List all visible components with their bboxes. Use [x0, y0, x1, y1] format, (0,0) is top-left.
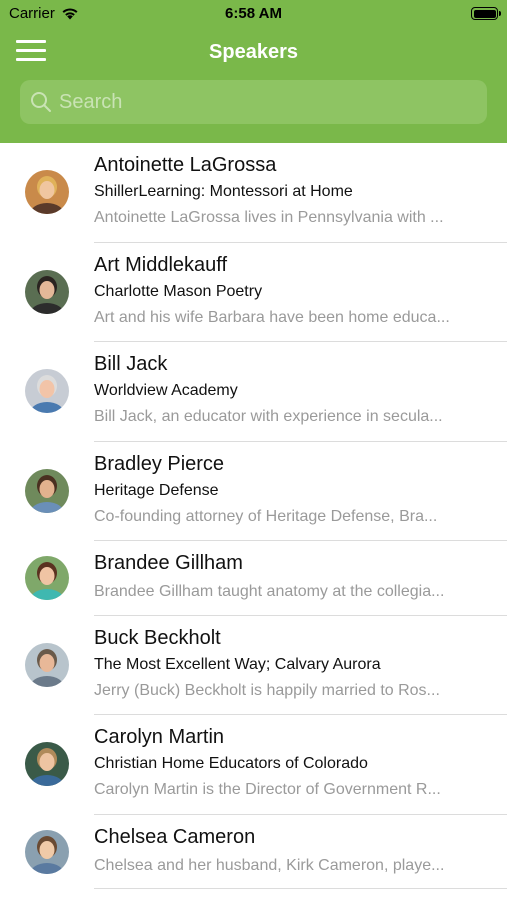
speaker-organization: The Most Excellent Way; Calvary Aurora	[94, 655, 381, 673]
speaker-name: Bill Jack	[94, 353, 168, 375]
row-divider	[94, 888, 507, 889]
speaker-organization: Heritage Defense	[94, 481, 219, 499]
search-icon	[31, 92, 51, 112]
speaker-avatar	[25, 556, 69, 600]
speaker-bio: Carolyn Martin is the Director of Govern…	[94, 781, 441, 798]
speaker-name: Chelsea Cameron	[94, 825, 256, 848]
speaker-row[interactable]: Antoinette LaGrossa ShillerLearning: Mont…	[0, 143, 507, 243]
navigation-bar: Speakers	[0, 30, 507, 76]
speaker-row[interactable]: Bill Jack Worldview Academy Bill Jack, an …	[0, 342, 507, 442]
speaker-name: Bradley Pierce	[94, 452, 225, 475]
speaker-avatar	[25, 369, 69, 413]
speaker-bio: Art and his wife Barbara have been home …	[94, 308, 450, 326]
app-header: Carrier 6:58 AM Speakers	[0, 0, 507, 143]
search-input[interactable]	[57, 89, 461, 115]
speaker-row[interactable]: Brandee Gillham Brandee Gillham taught an…	[0, 541, 507, 616]
speaker-bio: Chelsea and her husband, Kirk Cameron, p…	[94, 856, 445, 874]
status-time: 6:58 AM	[225, 5, 282, 22]
speaker-organization: Christian Home Educators of Colorado	[94, 755, 368, 772]
page-title: Speakers	[209, 41, 298, 63]
speaker-row[interactable]: Chelsea Cameron Chelsea and her husband, …	[0, 815, 507, 889]
speaker-name: Antoinette LaGrossa	[94, 154, 277, 176]
speaker-bio: Co-founding attorney of Heritage Defense…	[94, 507, 438, 525]
speaker-list: Antoinette LaGrossa ShillerLearning: Mont…	[0, 143, 507, 889]
speaker-organization: Worldview Academy	[94, 382, 238, 399]
speaker-name: Art Middlekauff	[94, 253, 228, 276]
speaker-avatar	[25, 642, 69, 687]
speaker-bio: Antoinette LaGrossa lives in Pennsylvani…	[94, 209, 444, 226]
speaker-avatar	[25, 829, 69, 874]
speaker-bio: Jerry (Buck) Beckholt is happily married…	[94, 681, 440, 699]
speaker-name: Brandee Gillham	[94, 552, 243, 574]
speaker-organization: Charlotte Mason Poetry	[94, 282, 263, 300]
speaker-row[interactable]: Buck Beckholt The Most Excellent Way; Cal…	[0, 616, 507, 715]
speaker-avatar	[25, 742, 69, 786]
speaker-row[interactable]: Bradley Pierce Heritage Defense Co-foundin…	[0, 442, 507, 541]
speaker-name: Buck Beckholt	[94, 626, 221, 649]
speaker-bio: Bill Jack, an educator with experience i…	[94, 408, 443, 425]
speaker-avatar	[25, 170, 69, 214]
speaker-bio: Brandee Gillham taught anatomy at the co…	[94, 583, 445, 600]
speaker-avatar	[25, 269, 69, 314]
speaker-avatar	[25, 468, 69, 513]
battery-icon	[471, 7, 501, 20]
speaker-row[interactable]: Art Middlekauff Charlotte Mason Poetry Art…	[0, 243, 507, 342]
speaker-row[interactable]: Carolyn Martin Christian Home Educators o…	[0, 715, 507, 815]
status-bar: Carrier 6:58 AM	[0, 0, 507, 28]
speaker-organization: ShillerLearning: Montessori at Home	[94, 183, 353, 200]
search-bar[interactable]	[20, 80, 487, 124]
speaker-name: Carolyn Martin	[94, 726, 225, 748]
